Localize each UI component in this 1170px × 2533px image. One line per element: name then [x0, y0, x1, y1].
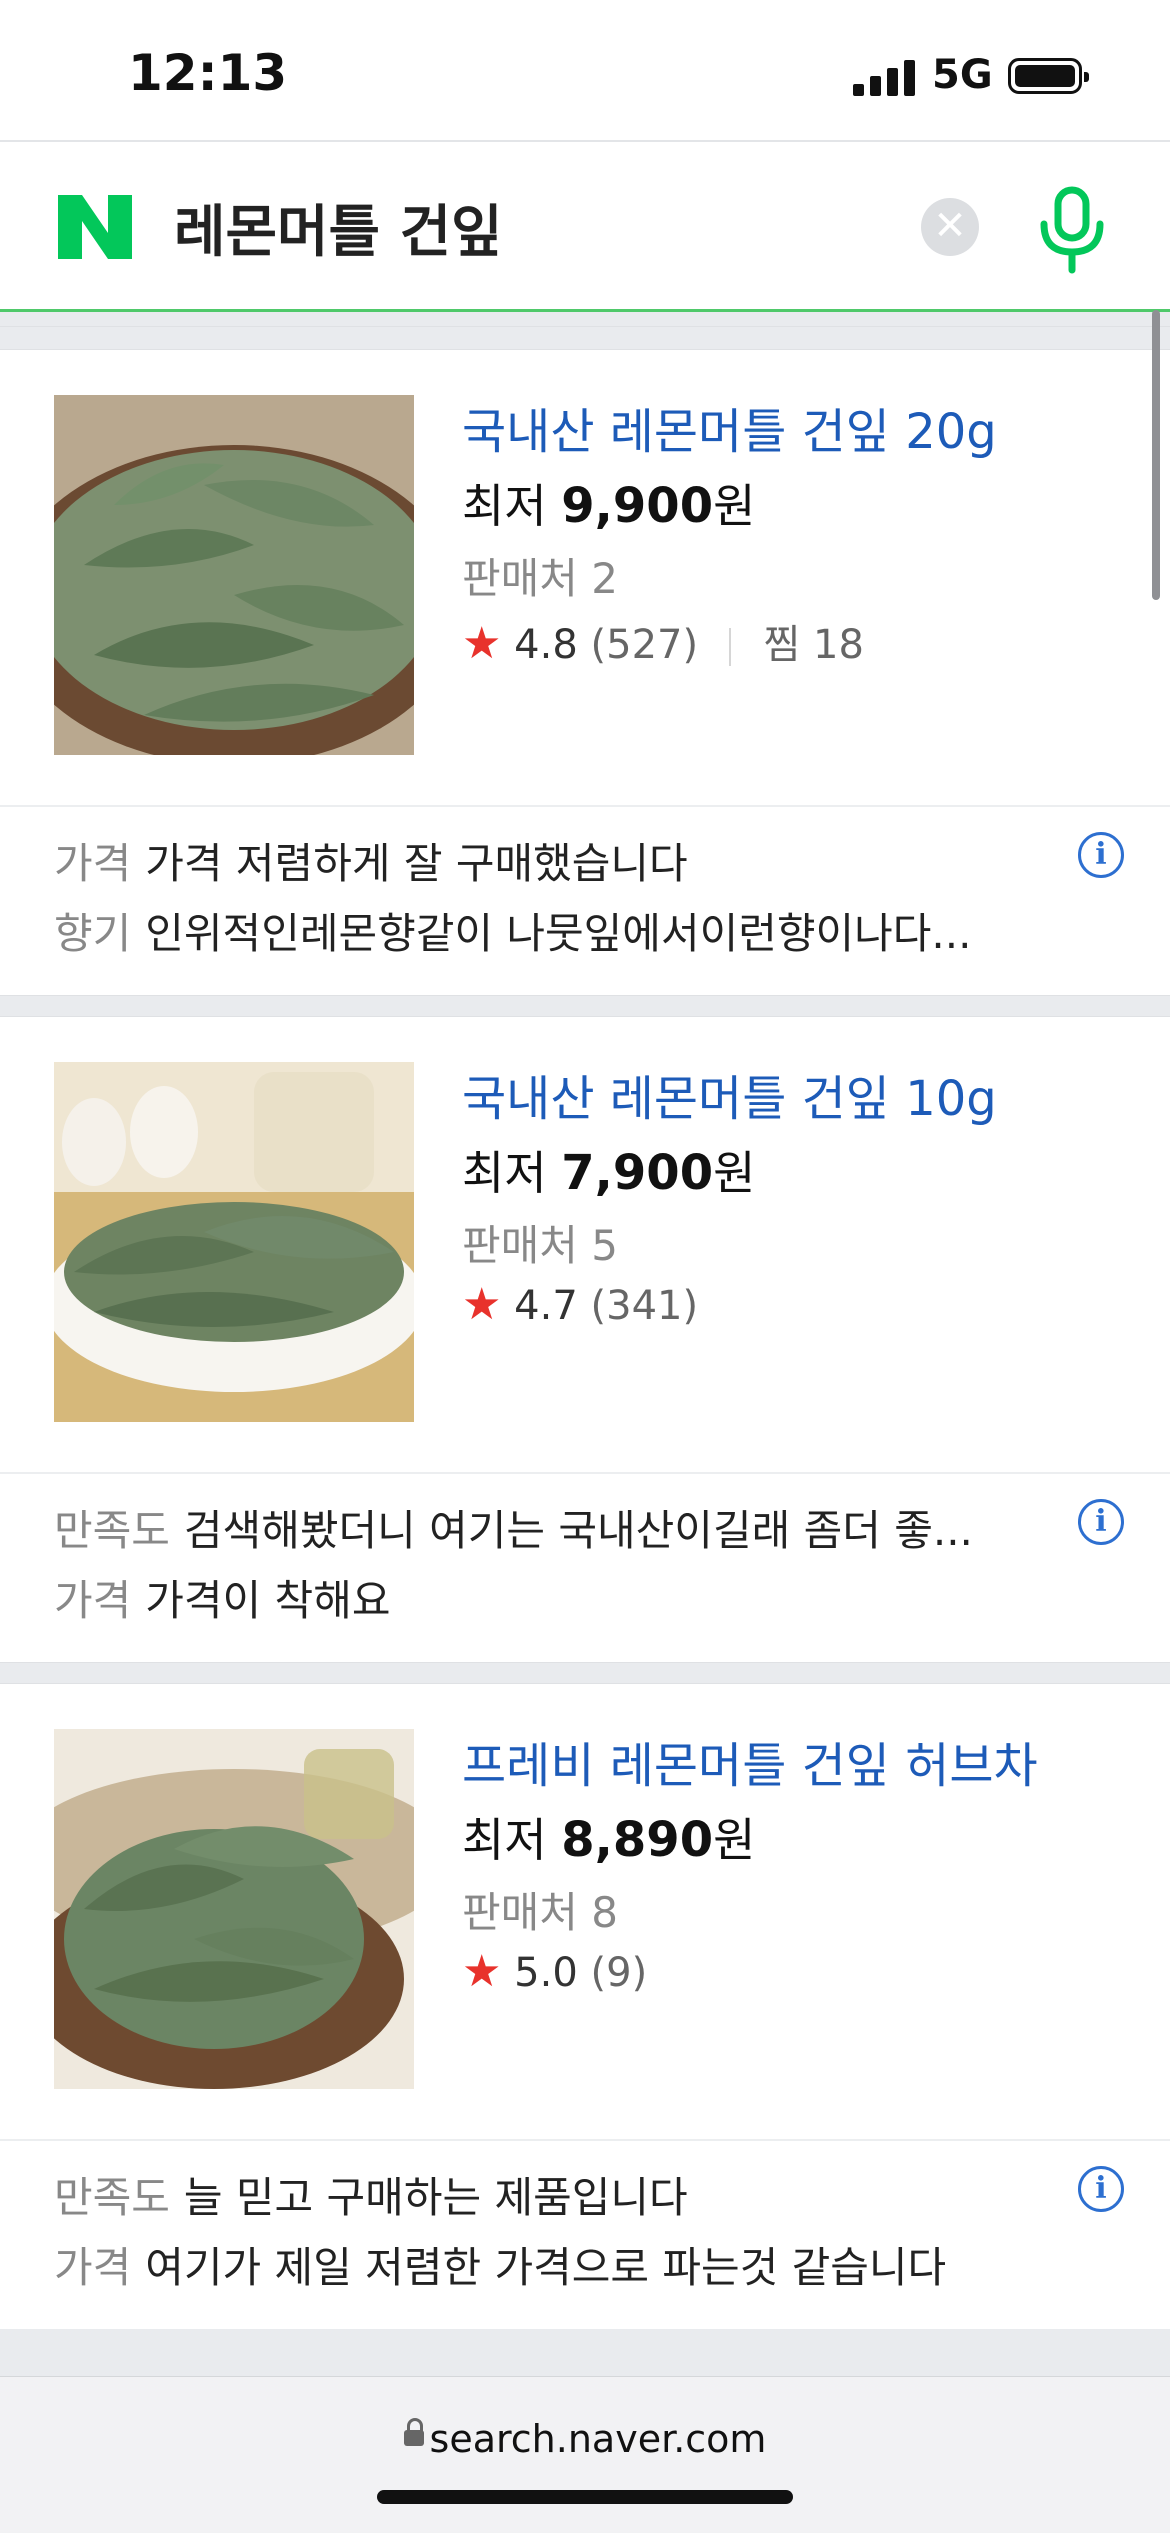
- product-title[interactable]: 국내산 레몬머틀 건잎 10g: [462, 1059, 997, 1129]
- section-divider: [0, 995, 1170, 1017]
- status-bar: 12:13 5G: [0, 0, 1170, 140]
- product-card[interactable]: 프레비 레몬머틀 건잎 허브차 최저 8,890원 판매처 8 ★ 5.0 (9…: [0, 1684, 1170, 2329]
- wish-count: 찜 18: [763, 622, 864, 668]
- naver-logo-icon[interactable]: [58, 195, 132, 259]
- scrollbar[interactable]: [1152, 310, 1160, 600]
- star-icon: ★: [462, 1279, 502, 1330]
- product-card[interactable]: 국내산 레몬머틀 건잎 10g 최저 7,900원 판매처 5 ★ 4.7 (3…: [0, 1017, 1170, 1662]
- review-count[interactable]: (527): [591, 622, 699, 668]
- product-price: 최저 8,890원: [462, 1812, 756, 1868]
- star-icon: ★: [462, 1946, 502, 1997]
- review-line: 만족도 늘 믿고 구매하는 제품입니다: [54, 2173, 688, 2222]
- review-line: 만족도 검색해봤더니 여기는 국내산이길래 좀더 좋...: [54, 1506, 973, 1555]
- seller-count[interactable]: 판매처 2: [462, 545, 618, 606]
- card-divider: [0, 1472, 1170, 1474]
- seller-count[interactable]: 판매처 5: [462, 1212, 618, 1273]
- search-bar: 레몬머틀 건잎 ✕: [0, 140, 1170, 312]
- review-line: 향기 인위적인레몬향같이 나뭇잎에서이런향이나다...: [54, 909, 972, 958]
- product-card[interactable]: 국내산 레몬머틀 건잎 20g 최저 9,900원 판매처 2 ★ 4.8 (5…: [0, 350, 1170, 995]
- signal-icon: [853, 58, 917, 96]
- section-divider: [0, 1662, 1170, 1684]
- product-thumbnail[interactable]: [54, 1729, 414, 2089]
- rating-score: 4.8: [514, 622, 578, 668]
- card-divider: [0, 805, 1170, 807]
- rating-score: 4.7: [514, 1283, 578, 1329]
- url-display[interactable]: search.naver.com: [0, 2417, 1170, 2461]
- url-text: search.naver.com: [429, 2417, 767, 2461]
- lock-icon: [403, 2417, 424, 2446]
- product-thumbnail[interactable]: [54, 395, 414, 755]
- product-rating: ★ 4.7 (341): [462, 1279, 698, 1330]
- separator: [728, 628, 731, 666]
- clear-search-button[interactable]: ✕: [921, 198, 979, 256]
- review-line: 가격 가격 저렴하게 잘 구매했습니다: [54, 839, 688, 888]
- status-time: 12:13: [128, 44, 288, 102]
- product-title[interactable]: 국내산 레몬머틀 건잎 20g: [462, 392, 997, 462]
- review-count[interactable]: (341): [591, 1283, 699, 1329]
- card-divider: [0, 2139, 1170, 2141]
- info-icon[interactable]: i: [1078, 832, 1124, 878]
- review-line: 가격 여기가 제일 저렴한 가격으로 파는것 같습니다: [54, 2243, 947, 2292]
- review-line: 가격 가격이 착해요: [54, 1576, 391, 1625]
- star-icon: ★: [462, 618, 502, 669]
- section-divider: [0, 326, 1170, 350]
- product-rating: ★ 5.0 (9): [462, 1946, 647, 1997]
- rating-score: 5.0: [514, 1950, 578, 1996]
- product-title[interactable]: 프레비 레몬머틀 건잎 허브차: [462, 1726, 1038, 1796]
- product-thumbnail[interactable]: [54, 1062, 414, 1422]
- product-price: 최저 7,900원: [462, 1145, 756, 1201]
- battery-icon: [1008, 58, 1089, 94]
- network-label: 5G: [932, 52, 993, 98]
- microphone-icon[interactable]: [1036, 186, 1108, 274]
- home-indicator[interactable]: [377, 2490, 793, 2504]
- info-icon[interactable]: i: [1078, 2166, 1124, 2212]
- product-price: 최저 9,900원: [462, 478, 756, 534]
- review-count[interactable]: (9): [591, 1950, 648, 1996]
- product-rating: ★ 4.8 (527) 찜 18: [462, 612, 864, 670]
- url-bar[interactable]: search.naver.com: [0, 2376, 1170, 2533]
- search-input[interactable]: 레몬머틀 건잎: [174, 187, 503, 268]
- seller-count[interactable]: 판매처 8: [462, 1879, 618, 1940]
- info-icon[interactable]: i: [1078, 1499, 1124, 1545]
- close-icon: ✕: [933, 203, 967, 249]
